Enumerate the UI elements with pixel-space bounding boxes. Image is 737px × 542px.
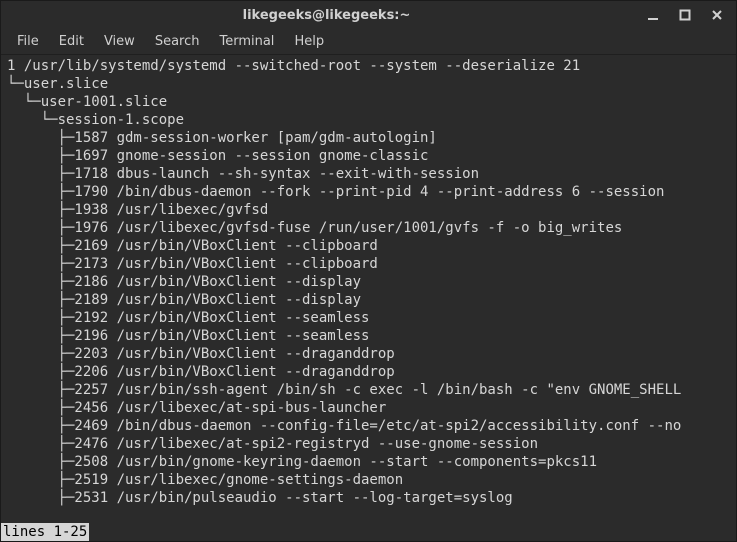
terminal-line: ├─2519 /usr/libexec/gnome-settings-daemo…	[7, 471, 730, 489]
terminal-line: ├─1790 /bin/dbus-daemon --fork --print-p…	[7, 183, 730, 201]
menubar: File Edit View Search Terminal Help	[1, 29, 736, 55]
terminal-line: ├─2186 /usr/bin/VBoxClient --display	[7, 273, 730, 291]
menu-help[interactable]: Help	[284, 31, 334, 52]
pager-status: lines 1-25	[1, 523, 89, 541]
terminal-line: ├─2531 /usr/bin/pulseaudio --start --log…	[7, 489, 730, 507]
terminal-line: ├─2469 /bin/dbus-daemon --config-file=/e…	[7, 417, 730, 435]
terminal-line: 1 /usr/lib/systemd/systemd --switched-ro…	[7, 57, 730, 75]
terminal-window: likegeeks@likegeeks:~ File Edit View Sea…	[0, 0, 737, 542]
terminal-line: ├─2203 /usr/bin/VBoxClient --draganddrop	[7, 345, 730, 363]
terminal-line: └─user-1001.slice	[7, 93, 730, 111]
terminal-line: ├─2196 /usr/bin/VBoxClient --seamless	[7, 327, 730, 345]
terminal-line: ├─1976 /usr/libexec/gvfsd-fuse /run/user…	[7, 219, 730, 237]
close-icon[interactable]	[710, 8, 724, 22]
terminal-line: ├─1938 /usr/libexec/gvfsd	[7, 201, 730, 219]
menu-terminal[interactable]: Terminal	[209, 31, 284, 52]
terminal-line: ├─1718 dbus-launch --sh-syntax --exit-wi…	[7, 165, 730, 183]
terminal-line: ├─2456 /usr/libexec/at-spi-bus-launcher	[7, 399, 730, 417]
window-title: likegeeks@likegeeks:~	[243, 8, 411, 23]
menu-search[interactable]: Search	[145, 31, 210, 52]
terminal-line: ├─2169 /usr/bin/VBoxClient --clipboard	[7, 237, 730, 255]
menu-file[interactable]: File	[7, 31, 49, 52]
terminal-line: ├─2206 /usr/bin/VBoxClient --draganddrop	[7, 363, 730, 381]
terminal-line: ├─2508 /usr/bin/gnome-keyring-daemon --s…	[7, 453, 730, 471]
terminal-line: ├─2173 /usr/bin/VBoxClient --clipboard	[7, 255, 730, 273]
menu-view[interactable]: View	[94, 31, 145, 52]
terminal-line: ├─2257 /usr/bin/ssh-agent /bin/sh -c exe…	[7, 381, 730, 399]
minimize-icon[interactable]	[646, 8, 660, 22]
maximize-icon[interactable]	[678, 8, 692, 22]
terminal-line: ├─2192 /usr/bin/VBoxClient --seamless	[7, 309, 730, 327]
terminal-line: ├─2189 /usr/bin/VBoxClient --display	[7, 291, 730, 309]
menu-edit[interactable]: Edit	[49, 31, 94, 52]
terminal-line: ├─1697 gnome-session --session gnome-cla…	[7, 147, 730, 165]
terminal-line: └─user.slice	[7, 75, 730, 93]
terminal-output[interactable]: 1 /usr/lib/systemd/systemd --switched-ro…	[1, 55, 736, 541]
titlebar[interactable]: likegeeks@likegeeks:~	[1, 1, 736, 29]
terminal-line: └─session-1.scope	[7, 111, 730, 129]
terminal-line: ├─2476 /usr/libexec/at-spi2-registryd --…	[7, 435, 730, 453]
terminal-line: ├─1587 gdm-session-worker [pam/gdm-autol…	[7, 129, 730, 147]
